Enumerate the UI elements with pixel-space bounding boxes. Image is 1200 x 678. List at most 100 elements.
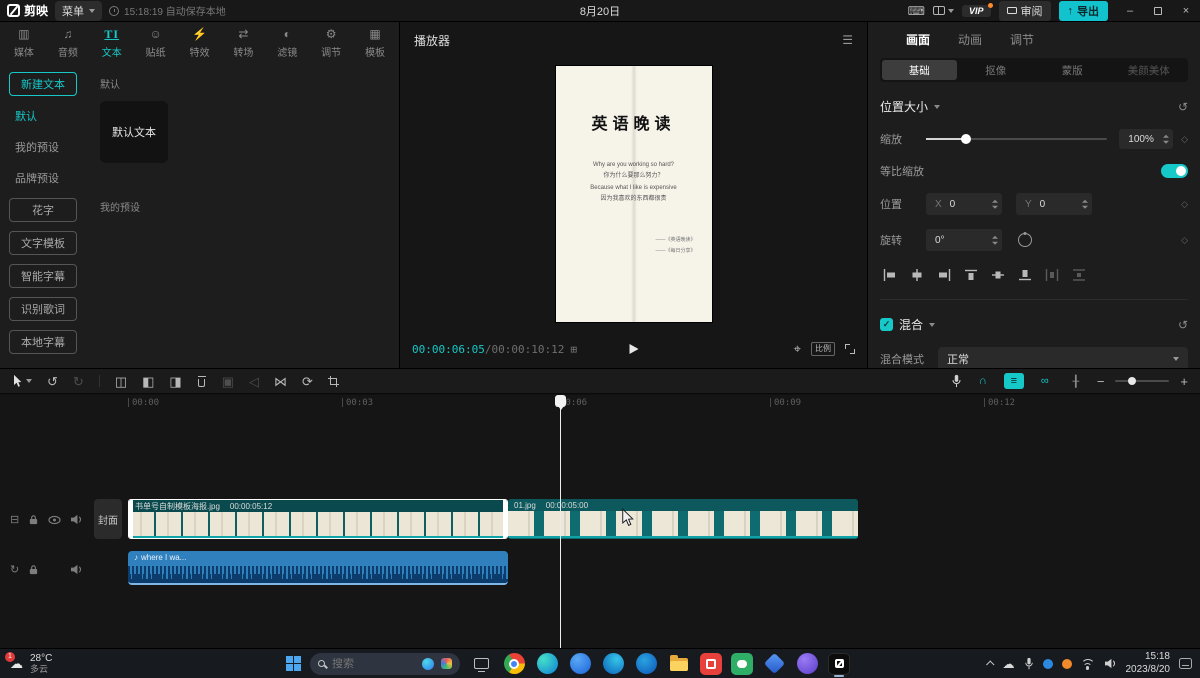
reset-blend-icon[interactable]: ↺ [1178,318,1188,332]
align-bottom-icon[interactable] [1015,267,1035,283]
delete-left-button[interactable]: ◧ [142,375,154,388]
stepper-icons[interactable] [992,200,998,209]
audio-loop-icon[interactable]: ↻ [10,563,19,576]
tab-picture[interactable]: 画面 [906,31,930,48]
nav-auto-captions[interactable]: 智能字幕 [9,264,77,288]
menu-button[interactable]: 菜单 [55,1,102,21]
nav-text-templates[interactable]: 文字模板 [9,231,77,255]
split-button[interactable]: ◫ [115,375,127,388]
taskbar-app-browser-blue[interactable] [568,652,592,676]
distribute-vertical-icon[interactable] [1069,267,1089,283]
distribute-horizontal-icon[interactable] [1042,267,1062,283]
preview-focus-icon[interactable]: ⌖ [794,341,801,357]
align-center-vertical-icon[interactable] [988,267,1008,283]
review-button[interactable]: 审阅 [999,1,1051,21]
aspect-ratio-button[interactable]: 比例 [811,342,835,356]
delete-button[interactable] [197,376,207,387]
freeze-frame-button[interactable]: ▣ [222,375,234,388]
tab-effects[interactable]: ⚡特效 [178,28,222,59]
taskbar-app-chrome[interactable] [502,652,526,676]
default-text-tile[interactable]: 默认文本 [100,101,168,163]
preview-axis-toggle[interactable]: ╂ [1066,373,1086,389]
taskbar-clock[interactable]: 15:18 2023/8/20 [1126,651,1171,676]
hidden-icons-chevron[interactable] [986,660,994,668]
subtab-basic[interactable]: 基础 [882,60,957,80]
vip-badge[interactable]: VIP [962,5,991,17]
cover-button[interactable]: 封面 [94,499,122,539]
keyframe-icon[interactable]: ◇ [1181,235,1188,246]
collapse-icon[interactable] [929,323,935,327]
fullscreen-icon[interactable] [845,344,855,354]
delete-right-button[interactable]: ◨ [169,375,181,388]
wifi-icon[interactable] [1081,658,1095,669]
tray-app-icon-orange[interactable] [1062,659,1072,669]
scale-value-box[interactable]: 100% [1119,129,1173,149]
zoom-out-button[interactable]: − [1097,375,1105,388]
redo-button[interactable]: ↻ [73,375,84,388]
tab-transition[interactable]: ⇄转场 [221,28,265,59]
nav-new-text[interactable]: 新建文本 [9,72,77,96]
scale-slider-knob[interactable] [961,134,971,144]
nav-local-subtitles[interactable]: 本地字幕 [9,330,77,354]
mirror-button[interactable]: ⋈ [274,375,287,388]
nav-lyrics-recognition[interactable]: 识别歌词 [9,297,77,321]
rotate-stepper[interactable]: 0° [926,229,1002,251]
select-tool-button[interactable] [12,374,32,388]
timeline-zoom-slider[interactable] [1115,380,1169,382]
tab-adjustment[interactable]: 调节 [1010,31,1034,48]
nav-my-presets[interactable]: 我的预设 [9,136,77,158]
collapse-icon[interactable] [934,105,940,109]
tab-text[interactable]: TI文本 [90,28,134,59]
undo-button[interactable]: ↺ [47,375,58,388]
reverse-button[interactable]: ◁ [249,375,259,388]
keyframe-icon[interactable]: ◇ [1181,199,1188,210]
tab-filter[interactable]: ◐滤镜 [265,28,309,59]
align-top-icon[interactable] [961,267,981,283]
stepper-icons[interactable] [1082,200,1088,209]
playhead-handle[interactable] [555,395,566,407]
main-track-magnet-toggle[interactable]: ∩ [973,373,993,389]
notification-center-icon[interactable] [1179,658,1192,669]
clip-detail-icon[interactable]: ⊞ [570,343,577,356]
start-button[interactable] [286,656,301,671]
record-voiceover-button[interactable] [951,374,962,388]
taskbar-app-edge-2[interactable] [634,652,658,676]
close-button[interactable]: × [1172,0,1200,21]
taskbar-app-red[interactable] [700,653,722,675]
taskbar-app-purple[interactable] [795,652,819,676]
trim-handle-right[interactable] [503,500,507,538]
play-button[interactable] [629,344,638,354]
taskbar-app-explorer[interactable] [667,652,691,676]
tab-sticker[interactable]: ☺贴纸 [134,28,178,59]
align-left-icon[interactable] [880,267,900,283]
taskbar-search[interactable] [310,653,460,675]
shortcut-keyboard-icon[interactable]: ⌨ [908,4,925,18]
maximize-button[interactable] [1144,0,1172,21]
lock-track-icon[interactable] [28,564,39,575]
taskbar-app-system[interactable] [469,652,493,676]
auto-snap-toggle[interactable]: ≡ [1004,373,1024,389]
tray-app-icon-blue[interactable] [1043,659,1053,669]
minimize-button[interactable]: – [1116,0,1144,21]
tray-microphone-icon[interactable] [1024,657,1034,670]
audio-clip[interactable]: ♪ where I wa... [128,551,508,585]
taskbar-app-browser-teal[interactable] [535,652,559,676]
stepper-icons[interactable] [1163,135,1169,144]
zoom-slider-knob[interactable] [1128,377,1136,385]
subtab-cutout[interactable]: 抠像 [959,60,1034,80]
layout-switch-button[interactable] [933,6,954,15]
position-y-stepper[interactable]: Y 0 [1016,193,1092,215]
volume-icon[interactable] [1104,658,1117,669]
trim-handle-left[interactable] [129,500,133,538]
cloud-sync-icon[interactable]: ☁ [1003,657,1015,671]
tab-animation[interactable]: 动画 [958,31,982,48]
taskbar-weather-widget[interactable]: ☁1 28°C 多云 [0,653,52,675]
align-center-horizontal-icon[interactable] [907,267,927,283]
tab-template[interactable]: ▦模板 [353,28,397,59]
player-menu-icon[interactable]: ☰ [842,33,853,47]
taskbar-app-capcut[interactable] [828,653,850,675]
lock-track-icon[interactable] [28,514,39,525]
nav-default[interactable]: 默认 [9,105,77,127]
search-input[interactable] [332,658,415,670]
zoom-in-button[interactable]: + [1180,375,1188,388]
